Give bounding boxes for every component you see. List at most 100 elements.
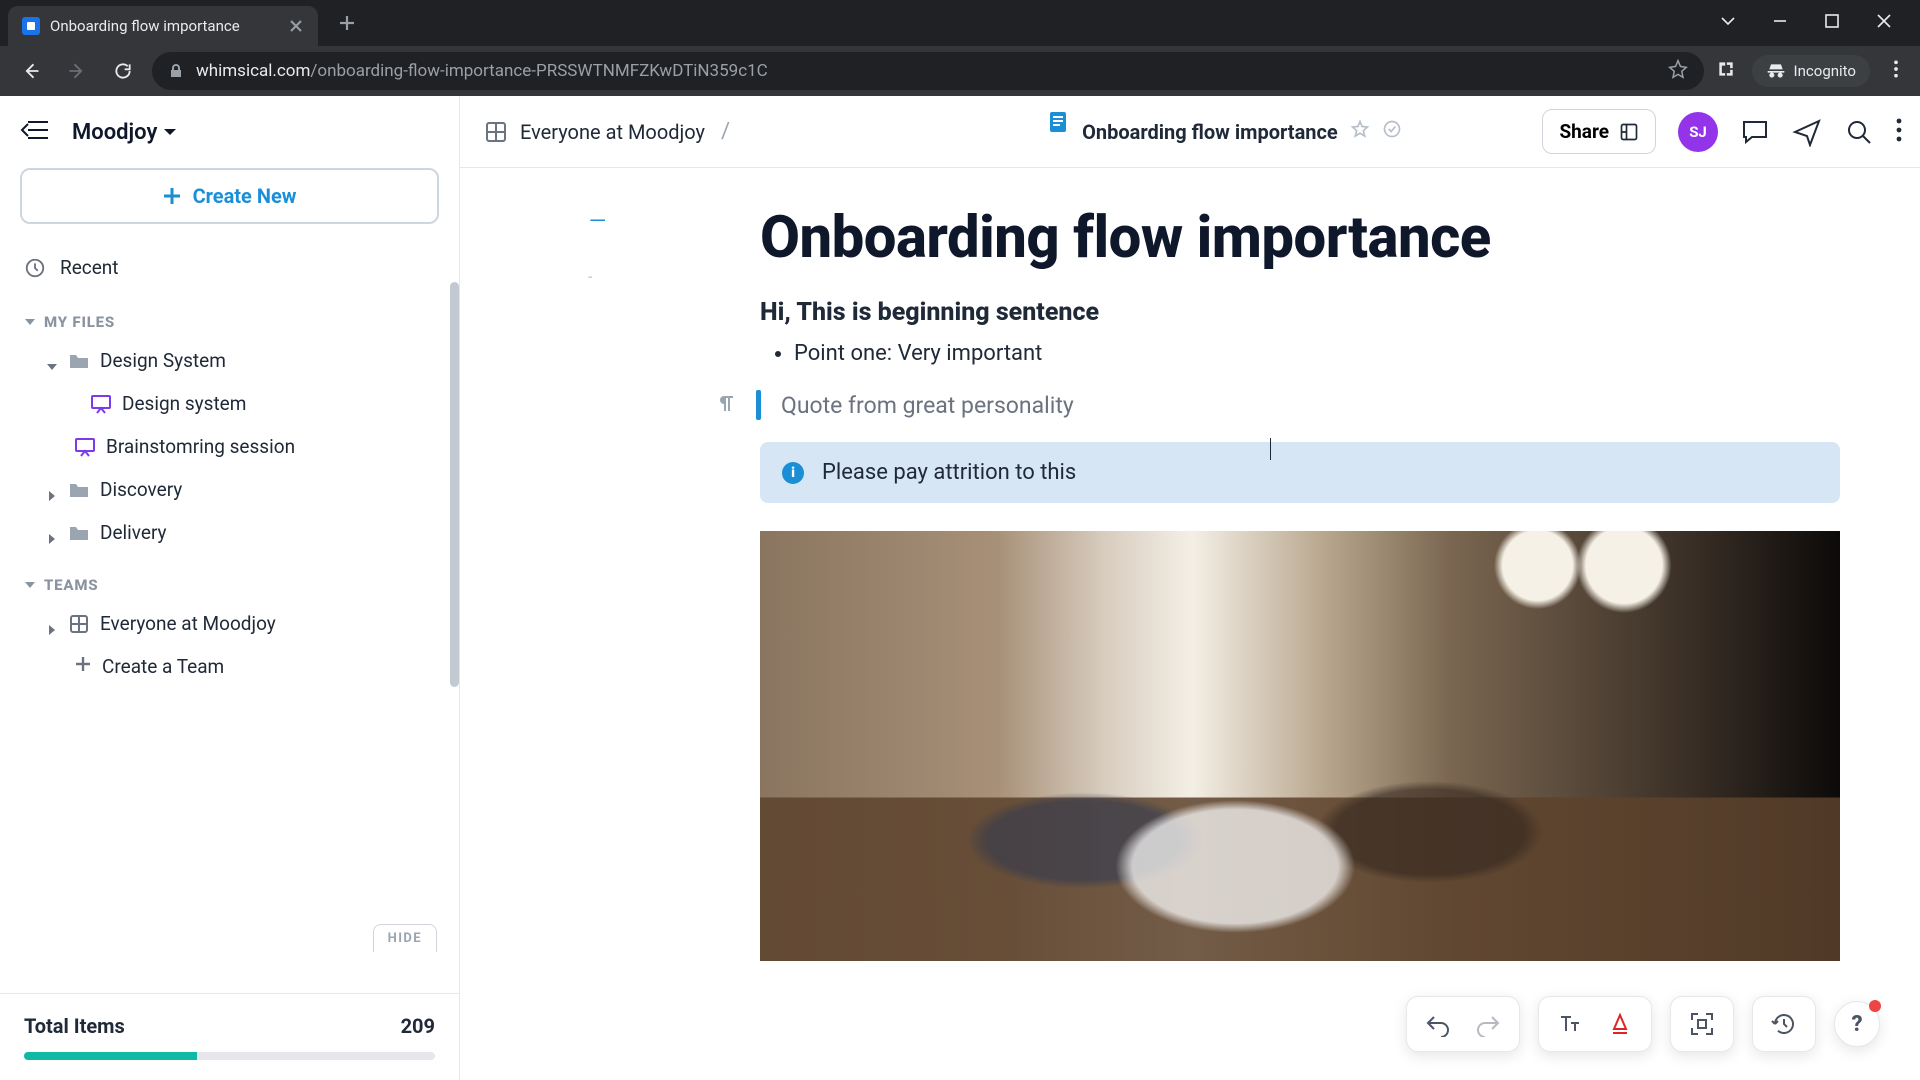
tree-brainstorming-board[interactable]: Brainstomring session	[0, 425, 459, 468]
help-button[interactable]: ?	[1834, 1001, 1880, 1047]
callout-block[interactable]: i Please pay attrition to this	[760, 442, 1840, 503]
sidebar-collapse-button[interactable]	[20, 118, 50, 146]
window-close-button[interactable]	[1872, 9, 1896, 37]
notification-dot-icon	[1869, 1000, 1881, 1012]
new-tab-button[interactable]	[332, 8, 362, 38]
quote-bar	[756, 390, 761, 420]
redo-button[interactable]	[1471, 1007, 1505, 1041]
document-body[interactable]: Onboarding flow importance Hi, This is b…	[760, 168, 1840, 1041]
caret-right-icon	[46, 618, 58, 630]
workspace-switcher[interactable]: Moodjoy	[72, 120, 177, 145]
comments-button[interactable]	[1740, 117, 1770, 147]
send-button[interactable]	[1792, 117, 1822, 147]
floating-toolbar: ?	[1406, 996, 1880, 1052]
incognito-icon	[1766, 61, 1786, 81]
sidebar-recent[interactable]: Recent	[0, 244, 459, 291]
presentation-icon	[90, 393, 112, 415]
doc-title[interactable]: Onboarding flow importance	[760, 204, 1840, 272]
browser-menu-button[interactable]	[1886, 59, 1906, 83]
sidebar-scrollbar[interactable]	[450, 282, 459, 980]
favorite-button[interactable]	[1350, 119, 1370, 144]
tree-label: Design System	[100, 349, 226, 372]
tree-label: Brainstomring session	[106, 435, 295, 458]
focus-mode-button[interactable]	[1685, 1007, 1719, 1041]
caret-down-icon	[24, 316, 36, 328]
main-panel: Everyone at Moodjoy / Onboarding flow im…	[460, 96, 1920, 1080]
text-style-button[interactable]	[1553, 1007, 1587, 1041]
tree-discovery-folder[interactable]: Discovery	[0, 468, 459, 511]
caret-down-icon	[46, 355, 58, 367]
tree-design-system-board[interactable]: Design system	[0, 382, 459, 425]
tree-delivery-folder[interactable]: Delivery	[0, 511, 459, 554]
plus-icon	[74, 655, 92, 678]
nav-forward-button[interactable]	[60, 54, 94, 88]
caret-right-icon	[46, 484, 58, 496]
tab-close-button[interactable]	[288, 18, 304, 34]
total-items-count: 209	[401, 1014, 435, 1038]
bookmark-star-button[interactable]	[1668, 59, 1688, 83]
info-icon: i	[782, 462, 804, 484]
clock-icon	[24, 257, 46, 279]
nav-back-button[interactable]	[14, 54, 48, 88]
tree-design-system-folder[interactable]: Design System	[0, 339, 459, 382]
breadcrumb-doc[interactable]: Onboarding flow importance	[1082, 120, 1338, 144]
plus-icon	[163, 187, 181, 205]
user-avatar[interactable]: SJ	[1678, 112, 1718, 152]
sync-status-icon	[1382, 119, 1402, 144]
tab-strip: Onboarding flow importance	[0, 0, 1920, 46]
breadcrumb-team[interactable]: Everyone at Moodjoy	[520, 120, 705, 144]
window-minimize-button[interactable]	[1768, 9, 1792, 37]
total-items-label: Total Items	[24, 1014, 125, 1038]
share-label: Share	[1559, 120, 1609, 143]
sidebar: Moodjoy Create New Recent MY FILES Desig…	[0, 96, 460, 1080]
tree-label: Discovery	[100, 478, 182, 501]
search-button[interactable]	[1844, 117, 1874, 147]
create-new-label: Create New	[193, 184, 297, 208]
outline-marker[interactable]: –	[588, 204, 608, 239]
team-icon	[484, 120, 508, 144]
hide-sidebar-button[interactable]: HIDE	[373, 924, 437, 952]
callout-text[interactable]: Please pay attrition to this	[822, 460, 1076, 485]
extensions-button[interactable]	[1716, 59, 1736, 83]
section-teams[interactable]: TEAMS	[0, 554, 459, 602]
embedded-image[interactable]	[760, 531, 1840, 961]
section-my-files-label: MY FILES	[44, 313, 115, 331]
team-icon	[68, 613, 90, 635]
create-team-button[interactable]: Create a Team	[0, 645, 459, 688]
doc-bullet-1[interactable]: Point one: Very important	[794, 341, 1840, 366]
paragraph-icon[interactable]	[716, 393, 736, 417]
document-scroll-area[interactable]: – - Onboarding flow importance Hi, This …	[460, 168, 1920, 1080]
app-menu-button[interactable]	[1896, 117, 1902, 147]
app-root: Moodjoy Create New Recent MY FILES Desig…	[0, 96, 1920, 1080]
nav-reload-button[interactable]	[106, 54, 140, 88]
tree-label: Delivery	[100, 521, 167, 544]
doc-quote[interactable]: Quote from great personality	[781, 392, 1074, 419]
tree-team-everyone[interactable]: Everyone at Moodjoy	[0, 602, 459, 645]
text-color-button[interactable]	[1603, 1007, 1637, 1041]
folder-icon	[68, 479, 90, 501]
help-label: ?	[1851, 1012, 1862, 1037]
recent-label: Recent	[60, 256, 119, 279]
tree-label: Design system	[122, 392, 246, 415]
undo-button[interactable]	[1421, 1007, 1455, 1041]
section-teams-label: TEAMS	[44, 576, 98, 594]
caret-right-icon	[46, 527, 58, 539]
outline-marker[interactable]: -	[588, 267, 608, 286]
extension-area: Incognito	[1716, 55, 1906, 87]
section-my-files[interactable]: MY FILES	[0, 291, 459, 339]
topbar: Everyone at Moodjoy / Onboarding flow im…	[460, 96, 1920, 168]
history-button[interactable]	[1767, 1007, 1801, 1041]
doc-subheading[interactable]: Hi, This is beginning sentence	[760, 298, 1840, 327]
browser-tab[interactable]: Onboarding flow importance	[8, 6, 318, 46]
window-maximize-button[interactable]	[1820, 9, 1844, 37]
create-new-button[interactable]: Create New	[20, 168, 439, 224]
chevron-down-icon	[163, 125, 177, 139]
folder-icon	[68, 522, 90, 544]
incognito-badge[interactable]: Incognito	[1752, 55, 1870, 87]
tab-dropdown-icon[interactable]	[1716, 9, 1740, 37]
share-button[interactable]: Share	[1542, 109, 1656, 154]
window-controls	[1716, 9, 1912, 37]
folder-icon	[68, 350, 90, 372]
usage-progress-bar	[24, 1052, 435, 1060]
caret-down-icon	[24, 579, 36, 591]
